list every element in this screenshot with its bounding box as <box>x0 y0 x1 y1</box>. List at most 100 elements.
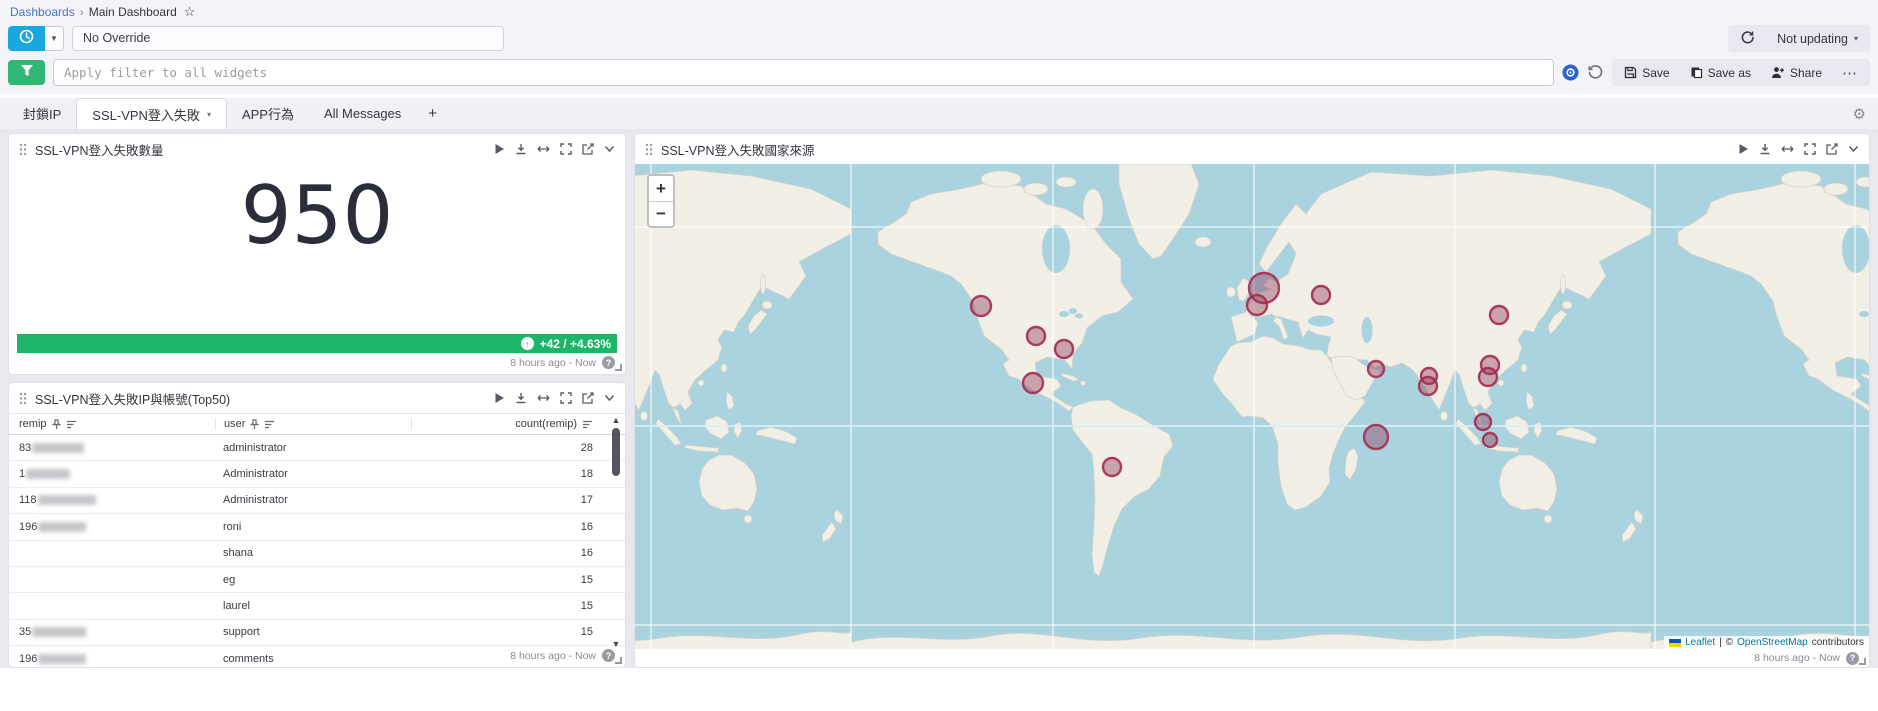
edit-icon[interactable] <box>582 392 594 404</box>
time-override-field[interactable]: No Override <box>72 26 504 51</box>
resize-handle[interactable] <box>1859 658 1866 665</box>
pin-icon[interactable] <box>52 419 61 430</box>
map-marker[interactable] <box>1247 295 1267 315</box>
breadcrumb-dashboards-link[interactable]: Dashboards <box>10 5 75 19</box>
map-marker[interactable] <box>1103 458 1121 476</box>
page-title: Main Dashboard <box>89 5 177 19</box>
sort-icon[interactable] <box>264 420 275 429</box>
map-marker[interactable] <box>1483 433 1497 447</box>
tab-app-behavior[interactable]: APP行為 <box>227 98 309 129</box>
world-map[interactable]: + − <box>635 164 1869 649</box>
arrows-horizontal-icon[interactable] <box>537 144 550 154</box>
table-row[interactable]: eg 15 <box>9 567 625 593</box>
drag-handle-icon[interactable] <box>19 392 27 405</box>
save-button[interactable]: Save <box>1624 66 1669 80</box>
table-row[interactable]: 196 roni 16 <box>9 514 625 540</box>
scroll-target-icon[interactable] <box>1562 64 1579 81</box>
drag-handle-icon[interactable] <box>19 143 27 156</box>
table-row[interactable]: laurel 15 <box>9 593 625 619</box>
drag-handle-icon[interactable] <box>645 143 653 156</box>
timerange-label: 8 hours ago - Now <box>510 650 596 662</box>
table-row[interactable]: shana 16 <box>9 541 625 567</box>
time-range-button[interactable] <box>8 26 45 51</box>
table-body: 83 administrator 28 1 Administrator 18 1… <box>9 435 625 668</box>
download-icon[interactable] <box>1759 143 1771 155</box>
table-row[interactable]: 35 support 15 <box>9 620 625 646</box>
column-header-count: count(remip) <box>515 418 577 430</box>
time-range-caret-button[interactable]: ▼ <box>45 26 64 51</box>
zoom-in-button[interactable]: + <box>649 176 673 201</box>
cell-remip: 196 <box>19 653 215 665</box>
scrollbar-thumb[interactable] <box>612 428 620 476</box>
resize-handle[interactable] <box>615 364 622 371</box>
arrows-horizontal-icon[interactable] <box>537 393 550 403</box>
play-icon[interactable] <box>494 392 505 404</box>
scroll-up-icon[interactable]: ▲ <box>612 415 621 425</box>
sort-icon[interactable] <box>66 420 77 429</box>
play-icon[interactable] <box>494 143 505 155</box>
map-marker[interactable] <box>1479 368 1497 386</box>
cell-user: support <box>215 626 411 638</box>
refresh-control[interactable]: Not updating ▾ <box>1728 25 1870 52</box>
help-icon[interactable]: ? <box>1846 652 1859 665</box>
cell-user: roni <box>215 521 411 533</box>
tab-sslvpn-login-fail[interactable]: SSL-VPN登入失敗 ▾ <box>76 98 227 129</box>
arrows-horizontal-icon[interactable] <box>1781 144 1794 154</box>
map-marker[interactable] <box>1419 377 1437 395</box>
help-icon[interactable]: ? <box>602 649 615 662</box>
download-icon[interactable] <box>515 392 527 404</box>
filter-button[interactable] <box>8 60 45 85</box>
tab-all-messages[interactable]: All Messages <box>309 98 416 129</box>
fullscreen-icon[interactable] <box>1804 143 1816 155</box>
table-row[interactable]: 118 Administrator 17 <box>9 488 625 514</box>
map-marker[interactable] <box>971 296 991 316</box>
scroll-down-icon[interactable]: ▼ <box>612 639 621 649</box>
play-icon[interactable] <box>1738 143 1749 155</box>
history-icon[interactable] <box>1587 64 1604 81</box>
filter-input[interactable] <box>53 59 1554 86</box>
resize-handle[interactable] <box>615 657 622 664</box>
more-actions-button[interactable]: ⋯ <box>1842 64 1858 82</box>
trend-label: +42 / +4.63% <box>540 337 611 351</box>
map-marker[interactable] <box>1364 425 1388 449</box>
cell-count: 28 <box>411 442 615 454</box>
timerange-label: 8 hours ago - Now <box>510 357 596 369</box>
chevron-down-icon[interactable] <box>1848 145 1859 153</box>
osm-link[interactable]: OpenStreetMap <box>1737 637 1808 648</box>
map-marker[interactable] <box>1023 373 1043 393</box>
gear-icon[interactable]: ⚙ <box>1853 98 1878 129</box>
download-icon[interactable] <box>515 143 527 155</box>
save-icon <box>1624 66 1637 79</box>
chevron-down-icon[interactable] <box>604 145 615 153</box>
chevron-down-icon[interactable]: ▾ <box>207 110 211 119</box>
cell-count: 18 <box>411 468 615 480</box>
map-marker[interactable] <box>1368 361 1384 377</box>
sort-icon[interactable] <box>582 420 593 429</box>
fullscreen-icon[interactable] <box>560 143 572 155</box>
top-zone: Dashboards › Main Dashboard ☆ ▼ No Overr… <box>0 0 1878 94</box>
cell-user: Administrator <box>215 468 411 480</box>
left-column: SSL-VPN登入失敗數量 950 ↑ +42 / +4.63% 8 hours… <box>8 133 626 668</box>
tab-blocked-ip[interactable]: 封鎖IP <box>8 98 76 129</box>
edit-icon[interactable] <box>1826 143 1838 155</box>
map-marker[interactable] <box>1312 286 1330 304</box>
share-button[interactable]: Share <box>1771 66 1822 80</box>
map-marker[interactable] <box>1027 327 1045 345</box>
zoom-out-button[interactable]: − <box>649 201 673 226</box>
help-icon[interactable]: ? <box>602 356 615 369</box>
cell-count: 15 <box>411 626 615 638</box>
table-scrollbar: ▲ ▼ <box>610 415 622 649</box>
map-marker[interactable] <box>1475 414 1491 430</box>
chevron-down-icon[interactable] <box>604 394 615 402</box>
favorite-star-icon[interactable]: ☆ <box>184 4 196 20</box>
leaflet-link[interactable]: Leaflet <box>1685 637 1715 648</box>
fullscreen-icon[interactable] <box>560 392 572 404</box>
edit-icon[interactable] <box>582 143 594 155</box>
save-as-button[interactable]: Save as <box>1690 66 1751 80</box>
map-marker[interactable] <box>1055 340 1073 358</box>
map-marker[interactable] <box>1490 306 1508 324</box>
add-tab-button[interactable]: + <box>416 98 449 129</box>
table-row[interactable]: 1 Administrator 18 <box>9 461 625 487</box>
pin-icon[interactable] <box>250 419 259 430</box>
table-row[interactable]: 83 administrator 28 <box>9 435 625 461</box>
